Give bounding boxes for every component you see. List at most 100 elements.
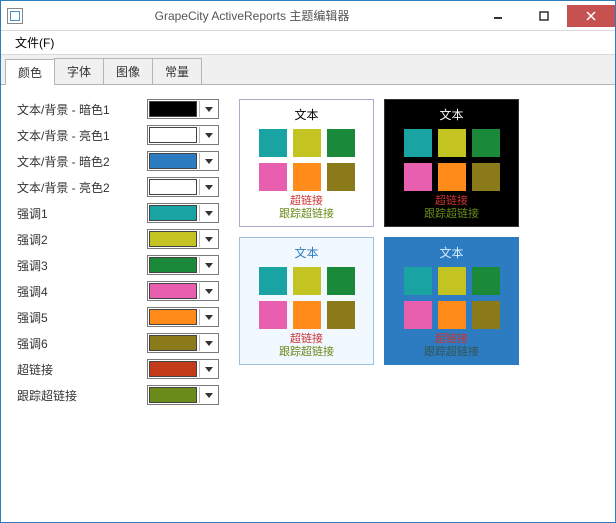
chevron-down-icon[interactable] xyxy=(199,179,217,195)
preview-hyperlink-label: 超链接 xyxy=(435,333,468,346)
color-picker[interactable] xyxy=(147,177,219,197)
preview-card: 文本超链接跟踪超链接 xyxy=(239,99,374,227)
preview-followed-link-label: 跟踪超链接 xyxy=(279,346,334,359)
window-title: GrapeCity ActiveReports 主题编辑器 xyxy=(29,7,475,24)
preview-swatch xyxy=(293,163,321,191)
tab-constants[interactable]: 常量 xyxy=(152,58,202,84)
color-picker[interactable] xyxy=(147,229,219,249)
close-button[interactable] xyxy=(567,5,615,27)
chevron-down-icon[interactable] xyxy=(199,387,217,403)
preview-hyperlink-label: 超链接 xyxy=(290,333,323,346)
preview-text-label: 文本 xyxy=(294,244,318,261)
preview-swatch xyxy=(404,163,432,191)
chevron-down-icon[interactable] xyxy=(199,231,217,247)
color-row: 强调5 xyxy=(17,307,219,327)
tab-content: 文本/背景 - 暗色1 文本/背景 - 亮色1 文本/背景 - 暗色2 文本/背景 -… xyxy=(1,85,615,522)
color-label: 跟踪超链接 xyxy=(17,387,137,404)
color-row: 强调6 xyxy=(17,333,219,353)
color-picker[interactable] xyxy=(147,385,219,405)
color-label: 文本/背景 - 亮色2 xyxy=(17,179,137,196)
preview-swatch xyxy=(327,129,355,157)
chevron-down-icon[interactable] xyxy=(199,257,217,273)
color-row: 强调3 xyxy=(17,255,219,275)
preview-swatch-grid xyxy=(404,267,500,329)
color-label: 强调2 xyxy=(17,231,137,248)
titlebar: GrapeCity ActiveReports 主题编辑器 xyxy=(1,1,615,31)
color-picker[interactable] xyxy=(147,203,219,223)
preview-swatch xyxy=(404,129,432,157)
chevron-down-icon[interactable] xyxy=(199,283,217,299)
preview-swatch xyxy=(404,301,432,329)
color-picker[interactable] xyxy=(147,333,219,353)
preview-swatch-grid xyxy=(259,267,355,329)
color-picker[interactable] xyxy=(147,125,219,145)
preview-swatch xyxy=(404,267,432,295)
tab-fonts[interactable]: 字体 xyxy=(54,58,104,84)
preview-swatch xyxy=(259,129,287,157)
color-label: 强调1 xyxy=(17,205,137,222)
preview-swatch xyxy=(259,301,287,329)
preview-followed-link-label: 跟踪超链接 xyxy=(424,208,479,221)
chevron-down-icon[interactable] xyxy=(199,101,217,117)
preview-swatch xyxy=(472,163,500,191)
tab-colors[interactable]: 颜色 xyxy=(5,59,55,85)
preview-swatch xyxy=(438,129,466,157)
color-picker[interactable] xyxy=(147,307,219,327)
preview-card: 文本超链接跟踪超链接 xyxy=(239,237,374,365)
preview-swatch xyxy=(293,301,321,329)
color-label: 文本/背景 - 暗色2 xyxy=(17,153,137,170)
preview-card: 文本超链接跟踪超链接 xyxy=(384,237,519,365)
preview-hyperlink-label: 超链接 xyxy=(435,195,468,208)
preview-hyperlink-label: 超链接 xyxy=(290,195,323,208)
chevron-down-icon[interactable] xyxy=(199,153,217,169)
color-row: 超链接 xyxy=(17,359,219,379)
color-picker[interactable] xyxy=(147,99,219,119)
preview-swatch xyxy=(472,267,500,295)
color-swatch xyxy=(149,361,197,377)
color-swatch xyxy=(149,387,197,403)
preview-followed-link-label: 跟踪超链接 xyxy=(279,208,334,221)
preview-card: 文本超链接跟踪超链接 xyxy=(384,99,519,227)
color-row: 文本/背景 - 亮色1 xyxy=(17,125,219,145)
preview-swatch xyxy=(472,129,500,157)
color-row: 强调4 xyxy=(17,281,219,301)
chevron-down-icon[interactable] xyxy=(199,361,217,377)
color-list: 文本/背景 - 暗色1 文本/背景 - 亮色1 文本/背景 - 暗色2 文本/背景 -… xyxy=(17,99,219,508)
menu-file[interactable]: 文件(F) xyxy=(7,31,62,54)
chevron-down-icon[interactable] xyxy=(199,127,217,143)
chevron-down-icon[interactable] xyxy=(199,309,217,325)
chevron-down-icon[interactable] xyxy=(199,335,217,351)
menubar: 文件(F) xyxy=(1,31,615,55)
tab-images[interactable]: 图像 xyxy=(103,58,153,84)
preview-swatch xyxy=(293,129,321,157)
color-picker[interactable] xyxy=(147,151,219,171)
preview-swatch xyxy=(327,267,355,295)
color-swatch xyxy=(149,127,197,143)
preview-followed-link-label: 跟踪超链接 xyxy=(424,346,479,359)
color-picker[interactable] xyxy=(147,255,219,275)
color-picker[interactable] xyxy=(147,281,219,301)
color-row: 文本/背景 - 亮色2 xyxy=(17,177,219,197)
color-swatch xyxy=(149,335,197,351)
color-swatch xyxy=(149,153,197,169)
color-label: 强调3 xyxy=(17,257,137,274)
minimize-button[interactable] xyxy=(475,5,521,27)
preview-swatch xyxy=(327,163,355,191)
preview-swatch xyxy=(472,301,500,329)
color-label: 强调4 xyxy=(17,283,137,300)
color-picker[interactable] xyxy=(147,359,219,379)
preview-grid: 文本超链接跟踪超链接文本超链接跟踪超链接文本超链接跟踪超链接文本超链接跟踪超链接 xyxy=(239,99,519,508)
color-row: 强调2 xyxy=(17,229,219,249)
preview-text-label: 文本 xyxy=(294,106,318,123)
preview-swatch xyxy=(293,267,321,295)
color-swatch xyxy=(149,309,197,325)
color-label: 强调6 xyxy=(17,335,137,352)
preview-text-label: 文本 xyxy=(439,244,463,261)
preview-swatch xyxy=(259,163,287,191)
maximize-button[interactable] xyxy=(521,5,567,27)
chevron-down-icon[interactable] xyxy=(199,205,217,221)
preview-swatch xyxy=(327,301,355,329)
color-label: 文本/背景 - 暗色1 xyxy=(17,101,137,118)
preview-text-label: 文本 xyxy=(439,106,463,123)
color-swatch xyxy=(149,257,197,273)
